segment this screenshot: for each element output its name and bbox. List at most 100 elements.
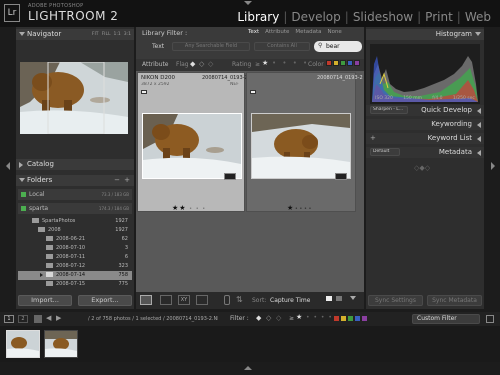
quick-develop-preset[interactable]: Sharpen - L...: [370, 106, 408, 114]
zoom-3-1[interactable]: 3:1: [124, 29, 131, 40]
bottom-panel-collapse-icon[interactable]: [244, 366, 252, 370]
window-1-button[interactable]: 1: [4, 315, 14, 323]
histogram-header[interactable]: Histogram: [366, 29, 484, 40]
grid-mode-icon[interactable]: [34, 315, 42, 323]
folder-count: 3: [124, 245, 128, 251]
color-green-swatch[interactable]: [340, 60, 346, 66]
filter-lock-icon[interactable]: [486, 315, 494, 323]
folder-row[interactable]: 2008-07-10 3: [18, 244, 132, 253]
filter-tab-attribute[interactable]: Attribute: [265, 29, 289, 35]
star-rating[interactable]: ★ • • • •: [287, 204, 311, 212]
navigator-preview[interactable]: [20, 61, 128, 135]
color-purple-swatch[interactable]: [354, 60, 360, 66]
photo-thumbnail[interactable]: [251, 113, 351, 179]
metadata-header[interactable]: Default Metadata: [366, 147, 484, 158]
quick-develop-header[interactable]: Sharpen - L... Quick Develop: [366, 105, 484, 116]
keyword-list-header[interactable]: + Keyword List: [366, 133, 484, 144]
grid-view-icon[interactable]: [140, 295, 152, 305]
filter-flag-icon[interactable]: ◆: [256, 314, 261, 322]
zoom-fill[interactable]: FILL: [102, 29, 111, 40]
flag-picked-icon[interactable]: ◆: [190, 60, 195, 68]
volume-local[interactable]: Local 73.3 / 183 GB: [18, 189, 132, 200]
loupe-view-icon[interactable]: [160, 295, 172, 305]
toolbar-menu-icon[interactable]: [350, 296, 356, 300]
photo-thumbnail[interactable]: [142, 113, 242, 179]
keywording-header[interactable]: Keywording: [366, 119, 484, 130]
custom-filter-select[interactable]: Custom Filter: [412, 314, 480, 324]
flag-toolbar-icon[interactable]: [336, 296, 342, 301]
rating-star-icon[interactable]: ★: [262, 59, 268, 67]
rule-select[interactable]: Contains All: [254, 42, 310, 51]
flag-toolbar-icon[interactable]: [326, 296, 332, 301]
filter-green-swatch[interactable]: [348, 316, 353, 321]
sort-direction-icon[interactable]: ⇅: [236, 295, 246, 305]
filter-flag-icon[interactable]: ◇: [276, 314, 281, 322]
module-slideshow[interactable]: Slideshow: [350, 10, 416, 24]
flag-icon[interactable]: [250, 90, 256, 94]
flag-icon[interactable]: [141, 90, 147, 94]
filmstrip-thumb-selected[interactable]: [6, 330, 40, 358]
folder-row[interactable]: 2008-07-12 323: [18, 262, 132, 271]
filter-rating-dots-icon[interactable]: • • • •: [306, 314, 333, 321]
filter-flag-icon[interactable]: ◇: [266, 314, 271, 322]
export-button[interactable]: Export...: [78, 295, 132, 306]
filter-rating-operator[interactable]: ≥: [289, 315, 294, 322]
folder-row[interactable]: SpartaPhotos 1927: [18, 217, 132, 226]
top-panel-collapse-icon[interactable]: [244, 1, 252, 5]
folder-row[interactable]: 2008-06-21 62: [18, 235, 132, 244]
color-yellow-swatch[interactable]: [333, 60, 339, 66]
module-web[interactable]: Web: [462, 10, 494, 24]
navigator-header[interactable]: Navigator FIT FILL 1:1 3:1: [16, 29, 134, 40]
keyword-add-button[interactable]: +: [370, 133, 376, 144]
import-button[interactable]: Import...: [18, 295, 72, 306]
window-2-button[interactable]: 2: [18, 315, 28, 323]
folder-remove-button[interactable]: −: [114, 175, 120, 186]
filter-red-swatch[interactable]: [334, 316, 339, 321]
sync-settings-button[interactable]: Sync Settings: [368, 295, 423, 306]
folder-add-button[interactable]: +: [124, 175, 130, 186]
compare-view-icon[interactable]: XY: [178, 295, 190, 305]
search-input[interactable]: ⚲ bear: [314, 41, 362, 52]
zoom-1-1[interactable]: 1:1: [114, 29, 121, 40]
filmstrip-path[interactable]: / 2 of 758 photos / 1 selected / 2008071…: [88, 316, 218, 322]
filter-tab-metadata[interactable]: Metadata: [295, 29, 321, 35]
grid-cell-selected[interactable]: NIKON D200 20080714_0193-2 3872 x 2592 N…: [137, 72, 248, 212]
forward-arrow-icon[interactable]: ▶: [56, 314, 61, 322]
filter-yellow-swatch[interactable]: [341, 316, 346, 321]
folder-row[interactable]: 2008-07-11 6: [18, 253, 132, 262]
searchable-field-select[interactable]: Any Searchable Field: [172, 42, 250, 51]
right-panel-collapse-icon[interactable]: [491, 162, 495, 170]
sync-metadata-button[interactable]: Sync Metadata: [427, 295, 482, 306]
folder-row-selected[interactable]: 2008-07-14 758: [18, 271, 132, 280]
survey-view-icon[interactable]: [196, 295, 208, 305]
catalog-header[interactable]: Catalog: [16, 159, 134, 170]
painter-icon[interactable]: [224, 295, 230, 305]
module-library[interactable]: Library: [234, 10, 282, 24]
zoom-fit[interactable]: FIT: [92, 29, 99, 40]
folder-row[interactable]: 2008 1927: [18, 226, 132, 235]
color-blue-swatch[interactable]: [347, 60, 353, 66]
module-develop[interactable]: Develop: [288, 10, 343, 24]
filter-tab-text[interactable]: Text: [248, 29, 259, 35]
histogram-chart[interactable]: ISO 320 150 mm f/4.0 1/250 sec: [370, 44, 480, 104]
folders-header[interactable]: Folders − +: [16, 175, 134, 186]
color-red-swatch[interactable]: [326, 60, 332, 66]
grid-cell[interactable]: 20080714_0193-2 ★ • • • •: [246, 72, 363, 212]
filmstrip-thumb[interactable]: [44, 330, 78, 358]
folder-row[interactable]: 2008-07-15 775: [18, 280, 132, 289]
star-rating[interactable]: ★★ • • •: [172, 204, 206, 212]
rating-operator[interactable]: ≥: [255, 61, 260, 68]
flag-rejected-icon[interactable]: ◇: [208, 60, 213, 68]
filter-star-icon[interactable]: ★: [296, 313, 302, 321]
filter-purple-swatch[interactable]: [362, 316, 367, 321]
volume-sparta[interactable]: sparta 174.3 / 184 GB: [18, 203, 132, 214]
back-arrow-icon[interactable]: ◀: [46, 314, 51, 322]
filter-tab-none[interactable]: None: [327, 29, 341, 35]
metadata-preset[interactable]: Default: [370, 148, 400, 156]
sort-value[interactable]: Capture Time: [270, 297, 310, 304]
left-panel-collapse-icon[interactable]: [6, 162, 10, 170]
filter-blue-swatch[interactable]: [355, 316, 360, 321]
flag-unflagged-icon[interactable]: ◇: [199, 60, 204, 68]
module-print[interactable]: Print: [422, 10, 456, 24]
rating-dots-icon[interactable]: • • • •: [272, 59, 309, 67]
